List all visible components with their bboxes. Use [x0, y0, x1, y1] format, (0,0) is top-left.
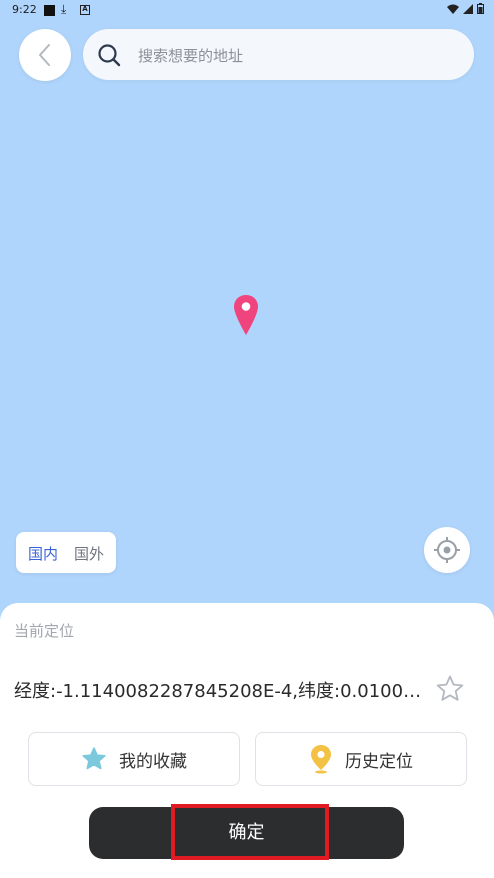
download-icon: ⤓ [61, 2, 67, 16]
history-label: 历史定位 [345, 751, 413, 772]
signal-icon [463, 3, 473, 14]
battery-icon [477, 3, 484, 14]
chevron-left-icon [39, 44, 50, 66]
favorites-label: 我的收藏 [119, 751, 187, 772]
search-bar[interactable]: 搜索想要的地址 [83, 29, 474, 80]
map-pin-icon [234, 295, 258, 335]
app-icon: A [80, 5, 90, 15]
notification-square-icon [44, 5, 55, 16]
location-sheet: 当前定位 经度:-1.1140082287845208E-4,纬度:0.0100… [0, 603, 494, 878]
search-input[interactable]: 搜索想要的地址 [138, 45, 243, 66]
star-outline-icon[interactable] [435, 674, 465, 704]
crosshair-icon [434, 537, 460, 563]
region-toggle: 国内 国外 [16, 532, 116, 573]
status-time: 9:22 [12, 3, 37, 16]
sheet-title: 当前定位 [14, 622, 75, 640]
locate-button[interactable] [424, 527, 470, 573]
status-right-icons [447, 3, 484, 14]
tab-abroad[interactable]: 国外 [74, 543, 104, 564]
wifi-icon [447, 4, 459, 14]
location-pin-icon [311, 745, 331, 774]
status-bar: 9:22 ⤓ A [0, 0, 494, 22]
favorites-button[interactable]: 我的收藏 [28, 732, 240, 786]
tab-domestic[interactable]: 国内 [28, 543, 58, 564]
history-button[interactable]: 历史定位 [255, 732, 467, 786]
back-button[interactable] [19, 29, 71, 81]
star-icon [82, 747, 106, 770]
search-icon [98, 44, 121, 67]
highlight-box [171, 804, 329, 860]
coordinates-text: 经度:-1.1140082287845208E-4,纬度:0.010079... [14, 681, 426, 702]
